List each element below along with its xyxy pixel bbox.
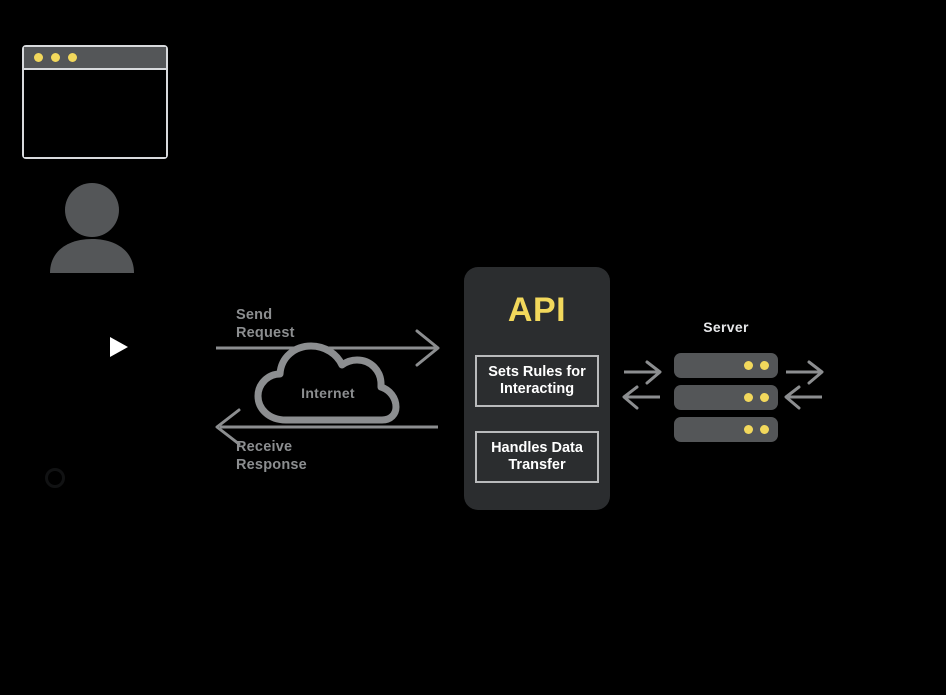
api-panel[interactable]: API Sets Rules for Interacting Handles D… <box>464 267 610 510</box>
circle-icon <box>45 468 65 488</box>
api-server-exchange-arrows <box>622 360 662 410</box>
browser-titlebar <box>24 47 166 70</box>
server-stack[interactable] <box>674 353 778 442</box>
window-dot-maximize-icon[interactable] <box>68 53 77 62</box>
server-bar[interactable] <box>674 353 778 378</box>
diagram-canvas: Send Request Receive Response Internet A… <box>0 0 946 695</box>
window-dot-close-icon[interactable] <box>34 53 43 62</box>
receive-response-label: Receive Response <box>236 439 307 473</box>
server-led-icon <box>760 393 769 402</box>
api-card-handles-data[interactable]: Handles Data Transfer <box>475 431 599 483</box>
server-led-icon <box>744 393 753 402</box>
server-outbound-exchange-arrows <box>784 360 824 410</box>
cloud-icon <box>254 342 400 424</box>
server-led-icon <box>744 361 753 370</box>
server-led-icon <box>760 425 769 434</box>
play-icon[interactable] <box>110 337 128 357</box>
api-title: API <box>507 291 567 329</box>
browser-window[interactable] <box>22 45 168 159</box>
server-led-icon <box>760 361 769 370</box>
window-dot-minimize-icon[interactable] <box>51 53 60 62</box>
browser-content-area <box>24 70 166 157</box>
server-label: Server <box>703 319 749 335</box>
api-card-sets-rules[interactable]: Sets Rules for Interacting <box>475 355 599 407</box>
send-request-label: Send Request <box>236 307 295 341</box>
server-led-icon <box>744 425 753 434</box>
internet-label: Internet <box>301 385 355 401</box>
server-bar[interactable] <box>674 417 778 442</box>
server-bar[interactable] <box>674 385 778 410</box>
user-icon <box>50 183 134 273</box>
